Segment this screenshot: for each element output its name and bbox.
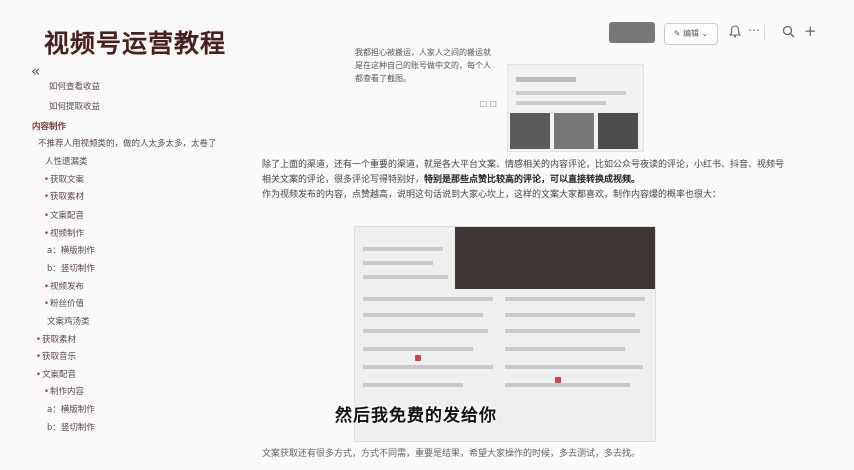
sidebar-item[interactable]: b：竖切制作 xyxy=(47,421,95,435)
sidebar-item[interactable]: 获取素材 xyxy=(44,190,84,204)
collapse-sidebar-icon[interactable]: « xyxy=(31,62,40,80)
bottom-paragraph: 文案获取还有很多方式，方式不同需，重要是结果，希望大家操作的时候，多去测试，多去… xyxy=(262,449,641,459)
sidebar-item[interactable]: 获取文案 xyxy=(44,173,84,187)
sidebar-item[interactable]: 文案鸡汤类 xyxy=(47,315,90,329)
image-marker: ☐ ☐ xyxy=(480,100,497,109)
sidebar-item[interactable]: a：横版制作 xyxy=(47,403,95,417)
sidebar-item[interactable]: 文案配音 xyxy=(44,209,84,223)
sidebar-item[interactable]: 视频发布 xyxy=(44,280,84,294)
sidebar-item[interactable]: 视频制作 xyxy=(44,227,84,241)
sidebar-item[interactable]: a：横版制作 xyxy=(47,244,95,258)
sidebar-item[interactable]: 获取素材 xyxy=(36,333,76,347)
brand-title: 视频号运营教程 xyxy=(44,29,227,58)
sidebar-section[interactable]: 内容制作 xyxy=(32,120,66,134)
body-paragraph: 除了上面的渠道，还有一个重要的渠道，就是各大平台文案、情感相关的内容评论，比如公… xyxy=(262,158,792,203)
sidebar-item[interactable]: 粉丝价值 xyxy=(44,297,84,311)
sidebar-item[interactable]: b：竖切制作 xyxy=(47,262,95,276)
sidebar-item[interactable]: 如何提取收益 xyxy=(49,100,100,114)
sidebar: 视频号运营教程 « 如何查看收益 如何提取收益 内容制作 不推荐人用视频类的，做… xyxy=(0,0,232,470)
sidebar-item[interactable]: 不推荐人用视频类的，做的人太多太多，太卷了 xyxy=(38,137,217,151)
sidebar-item[interactable]: 如何查看收益 xyxy=(49,80,100,94)
sidebar-item[interactable]: 获取音乐 xyxy=(36,350,76,364)
paragraph-text-2: 作为视频发布的内容，点赞越高，说明这句话说到大家心坎上，这样的文案大家都喜欢，制… xyxy=(262,190,722,200)
sidebar-item[interactable]: 文案配音 xyxy=(36,368,76,382)
paragraph-highlight: 特别是那些点赞比较高的评论，可以直接转换成视频。 xyxy=(424,175,641,185)
image-caption-snippet: 我都担心被搬运，人家人之间的搬运就是在这种自己的账号做中文的，每个人都查看了截图… xyxy=(355,48,491,83)
video-subtitle: 然后我免费的发给你 xyxy=(335,406,497,426)
screenshot-image-top xyxy=(507,64,644,152)
sidebar-item[interactable]: 人性遗漏类 xyxy=(45,155,88,169)
sidebar-item[interactable]: 制作内容 xyxy=(44,385,84,399)
document-content: 我都担心被搬运，人家人之间的搬运就是在这种自己的账号做中文的，每个人都查看了截图… xyxy=(232,0,854,470)
